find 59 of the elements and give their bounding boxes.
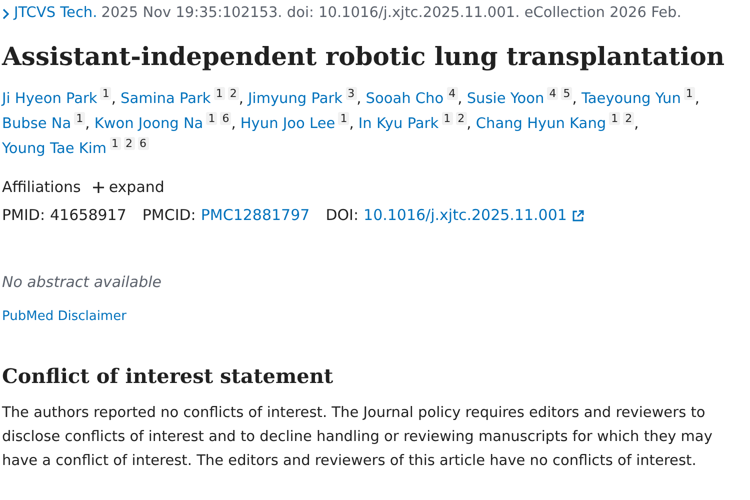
article-title: Assistant-independent robotic lung transplantation	[2, 40, 726, 73]
affiliation-badge[interactable]: 3	[346, 87, 357, 100]
affiliation-badge[interactable]: 1	[684, 87, 695, 100]
citation-details: 2025 Nov 19:35:102153. doi: 10.1016/j.xjtc.2025.11.001. eCollection 2026 Feb.	[101, 4, 682, 23]
chevron-icon	[2, 8, 10, 20]
affiliation-badge[interactable]: 1	[110, 137, 121, 150]
affiliation-badge[interactable]: 2	[623, 112, 634, 126]
author-link[interactable]: Chang Hyun Kang	[476, 116, 606, 132]
affiliation-badge[interactable]: 2	[456, 112, 467, 126]
identifier-label: PMID:	[2, 205, 46, 226]
separator: ,	[356, 90, 362, 107]
affiliation-badge[interactable]: 1	[338, 112, 350, 126]
affiliation-badge[interactable]: 1	[609, 112, 620, 126]
affiliation-badge[interactable]: 1	[100, 87, 112, 100]
journal-link[interactable]: JTCVS Tech.	[14, 3, 98, 25]
affiliation-badge[interactable]: 5	[561, 87, 572, 100]
author-link[interactable]: In Kyu Park	[358, 116, 439, 132]
identifier-value: 41658917	[50, 205, 126, 226]
affiliation-badge[interactable]: 4	[547, 87, 558, 100]
author-link[interactable]: Hyun Joo Lee	[240, 116, 336, 132]
identifier-label: PMCID:	[142, 205, 196, 226]
author-link[interactable]: Sooah Cho	[366, 90, 444, 107]
affiliation-badge[interactable]: 2	[228, 87, 239, 100]
author-link[interactable]: Young Tae Kim	[2, 140, 107, 157]
separator: ,	[349, 116, 354, 132]
disclaimer-link[interactable]: PubMed Disclaimer	[2, 307, 126, 327]
affiliation-badge[interactable]: 2	[124, 137, 135, 150]
author-link[interactable]: Kwon Joong Na	[94, 116, 204, 132]
no-abstract-note: No abstract available	[2, 272, 163, 293]
affiliation-badge[interactable]: 1	[442, 112, 453, 126]
affiliation-badge[interactable]: 1	[74, 112, 86, 126]
section-body: The authors reported no conflicts of interest. The Journal policy requires editors and reviewers to disclose conflicts of interest and to decline handling or reviewing manuscripts for which they may have a conflict of interest. The editors and reviewers of this article have no conflicts of interest.	[2, 404, 714, 471]
expand-toggle[interactable]: expand	[92, 176, 164, 198]
section-heading: Conflict of interest statement	[2, 362, 334, 390]
author-link[interactable]: Samina Park	[120, 90, 211, 107]
affiliation-badge[interactable]: 1	[214, 87, 225, 100]
affiliation-badge[interactable]: 4	[446, 87, 458, 100]
affiliations-label: Affiliations	[2, 176, 81, 198]
separator: ,	[466, 116, 472, 132]
affiliation-badge[interactable]: 6	[220, 112, 232, 126]
identifier-label: DOI:	[326, 205, 359, 226]
separator: ,	[634, 116, 639, 132]
external-link-icon	[572, 210, 584, 222]
identifier-link[interactable]: 10.1016/j.xjtc.2025.11.001	[364, 204, 567, 227]
affiliation-badge[interactable]: 1	[206, 112, 218, 126]
author-link[interactable]: Jimyung Park	[248, 90, 343, 107]
author-link[interactable]: Ji Hyeon Park	[2, 90, 98, 107]
author-link[interactable]: Susie Yoon	[466, 90, 544, 107]
separator: ,	[572, 90, 577, 107]
separator: ,	[694, 90, 700, 107]
separator: ,	[238, 90, 244, 107]
separator: ,	[231, 116, 236, 132]
affiliation-badge[interactable]: 6	[138, 137, 149, 150]
separator: ,	[111, 90, 116, 107]
separator: ,	[458, 90, 462, 107]
author-link[interactable]: Taeyoung Yun	[581, 90, 681, 107]
identifier-link[interactable]: PMC12881797	[200, 204, 310, 227]
separator: ,	[85, 116, 90, 132]
author-link[interactable]: Bubse Na	[2, 116, 72, 132]
